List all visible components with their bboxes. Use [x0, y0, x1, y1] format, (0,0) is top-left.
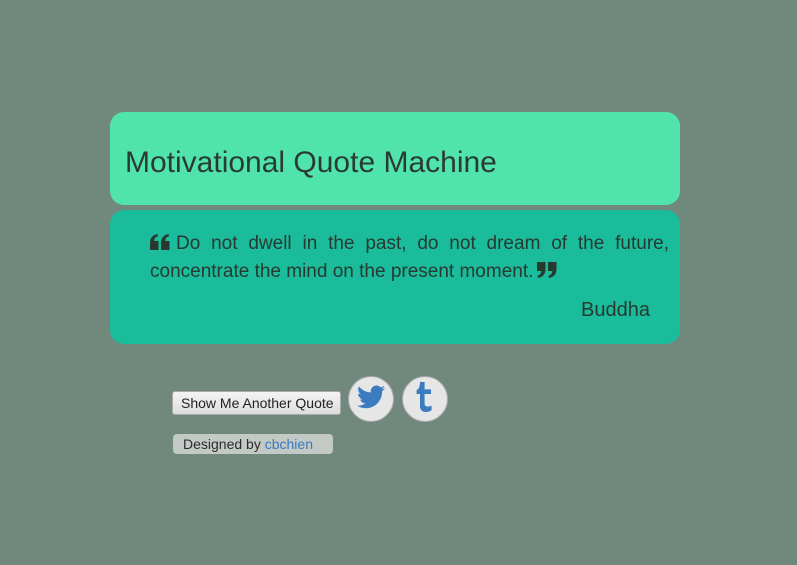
quote-body: Do not dwell in the past, do not dream o… [150, 230, 669, 286]
quote-card: Do not dwell in the past, do not dream o… [110, 210, 680, 344]
credit-prefix: Designed by [183, 436, 261, 452]
designer-link[interactable]: cbchien [265, 436, 313, 452]
quote-author: Buddha [581, 299, 650, 321]
twitter-icon [357, 384, 385, 414]
designer-credit: Designed by cbchien [173, 434, 333, 454]
tumblr-icon [416, 381, 434, 417]
another-quote-button[interactable]: Show Me Another Quote [172, 391, 341, 415]
page-title: Motivational Quote Machine [125, 146, 497, 179]
tweet-button[interactable] [348, 376, 394, 422]
quote-right-icon [537, 262, 557, 278]
quote-left-icon [150, 234, 170, 250]
title-card: Motivational Quote Machine [110, 112, 680, 205]
tumblr-share-button[interactable] [402, 376, 448, 422]
quote-text: Do not dwell in the past, do not dream o… [150, 233, 669, 282]
